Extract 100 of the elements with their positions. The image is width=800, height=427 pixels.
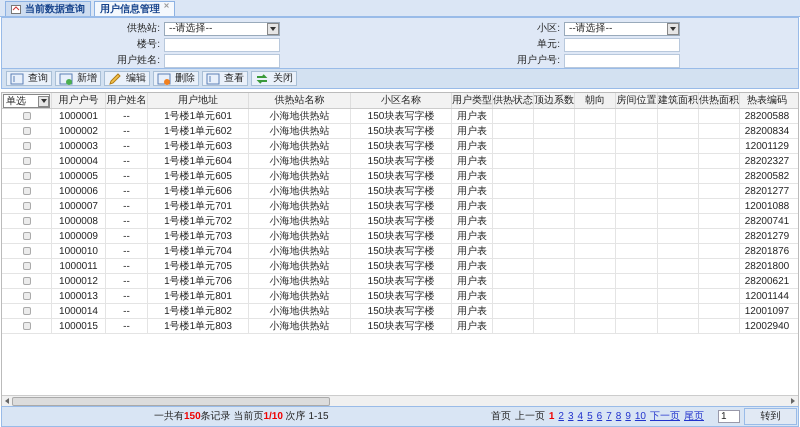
table-cell-text: 小海地供热站	[270, 274, 330, 288]
pencil-icon	[108, 72, 122, 86]
table-cell-text: 用户表	[457, 110, 487, 124]
table-cell-text: 150块表写字楼	[368, 200, 434, 214]
page-link[interactable]: 8	[616, 409, 622, 424]
row-checkbox[interactable]	[22, 142, 30, 150]
table-cell-text: --	[123, 214, 130, 228]
row-checkbox[interactable]	[22, 277, 30, 285]
input-field[interactable]	[564, 54, 680, 68]
table-cell-text: 用户表	[457, 214, 487, 228]
scroll-left-icon[interactable]	[5, 398, 9, 404]
toolbar-button[interactable]: 删除	[153, 71, 199, 86]
pager-link[interactable]: 下一页	[650, 409, 680, 424]
table-cell-text: 1000002	[59, 124, 98, 138]
table-cell-text: 用户表	[457, 124, 487, 138]
row-checkbox[interactable]	[22, 217, 30, 225]
column-header[interactable]: 供热面积	[698, 93, 739, 108]
row-checkbox[interactable]	[22, 292, 30, 300]
table-cell-text: 12001144	[745, 290, 789, 304]
table-cell-text: --	[123, 184, 130, 198]
table-cell-text: 用户表	[457, 274, 487, 288]
table-cell-text: --	[123, 110, 130, 124]
toolbar-button[interactable]: 查看	[202, 71, 248, 86]
page-input[interactable]: 1	[718, 410, 740, 423]
row-checkbox[interactable]	[22, 172, 30, 180]
column-header[interactable]: 建筑面积	[657, 93, 698, 108]
row-checkbox[interactable]	[22, 112, 30, 120]
row-checkbox[interactable]	[22, 157, 30, 165]
select-mode-dropdown[interactable]: 单选	[3, 94, 50, 108]
page-link[interactable]: 3	[568, 409, 574, 424]
pager-link[interactable]: 首页	[490, 409, 511, 424]
table-cell-text: 1号楼1单元603	[164, 140, 232, 154]
table-cell-text: 用户表	[457, 260, 487, 274]
table-cell-text: --	[123, 170, 130, 184]
column-header[interactable]: 供热状态	[492, 93, 533, 108]
toolbar-button[interactable]: 新增	[55, 71, 101, 86]
column-header[interactable]: 用户类型	[451, 93, 492, 108]
table-cell-text: --	[123, 200, 130, 214]
toolbar-button[interactable]: 查询	[6, 71, 52, 86]
column-header[interactable]: 小区名称	[350, 93, 451, 108]
table-cell-text: 1000009	[59, 230, 98, 244]
table-cell-text: 28200582	[744, 170, 790, 184]
table-cell-text: 1号楼1单元701	[164, 200, 232, 214]
tab[interactable]: 用户信息管理	[94, 1, 175, 16]
page-link[interactable]: 5	[587, 409, 593, 424]
table-cell-text: 小海地供热站	[270, 154, 330, 168]
go-button[interactable]: 转到	[744, 408, 797, 425]
row-checkbox[interactable]	[22, 307, 30, 315]
pager-link[interactable]: 上一页	[514, 409, 545, 424]
table-cell-text: 小海地供热站	[270, 184, 330, 198]
input-field[interactable]	[164, 54, 280, 68]
table-cell-text: 用户表	[457, 290, 487, 304]
pager-link[interactable]: 尾页	[684, 409, 704, 424]
row-checkbox[interactable]	[22, 247, 30, 255]
table-cell-text: 1号楼1单元802	[164, 304, 232, 318]
row-checkbox[interactable]	[22, 187, 30, 195]
page-link[interactable]: 1	[548, 409, 554, 424]
column-header[interactable]: 热表编码	[739, 93, 794, 108]
row-checkbox[interactable]	[22, 127, 30, 135]
table-cell-text: --	[123, 274, 130, 288]
column-header[interactable]: 用户地址	[147, 93, 248, 108]
page-link[interactable]: 2	[558, 409, 564, 424]
table-cell-text: 12001088	[744, 200, 790, 214]
toolbar-button[interactable]: 关闭	[251, 71, 297, 86]
row-checkbox[interactable]	[22, 232, 30, 240]
table-cell-text: 28201800	[744, 260, 790, 274]
column-header[interactable]: 房间位置	[615, 93, 657, 108]
toolbar-button[interactable]: 编辑	[104, 71, 150, 86]
table-cell-text: 小海地供热站	[270, 260, 330, 274]
close-icon[interactable]	[164, 3, 169, 8]
page-link[interactable]: 7	[606, 409, 612, 424]
page-link[interactable]: 10	[634, 409, 646, 424]
input-field[interactable]	[564, 38, 680, 52]
column-header[interactable]: 用户姓名	[105, 93, 147, 108]
row-checkbox[interactable]	[22, 202, 30, 210]
table-cell-text: 28202327	[744, 154, 790, 168]
column-header[interactable]: 用户户号	[51, 93, 105, 108]
table-cell-text: 28200834	[744, 124, 790, 138]
column-header[interactable]: 顶边系数	[533, 93, 574, 108]
tab[interactable]: 当前数据查询	[5, 1, 91, 16]
page-link[interactable]: 4	[578, 409, 584, 424]
column-header[interactable]: 朝向	[574, 93, 615, 108]
select-field[interactable]: --请选择--	[564, 22, 680, 36]
page-link[interactable]: 9	[625, 409, 631, 424]
table-cell-text: 用户表	[457, 244, 487, 258]
input-field[interactable]	[164, 38, 280, 52]
table-cell-text: --	[123, 290, 130, 304]
column-header[interactable]: 供热站名称	[248, 93, 350, 108]
table-cell-text: 小海地供热站	[270, 290, 330, 304]
horizontal-scrollbar[interactable]	[2, 395, 798, 406]
table-cell-text: 1号楼1单元705	[164, 260, 232, 274]
page-link[interactable]: 6	[596, 409, 602, 424]
table-cell-text: 150块表写字楼	[368, 124, 434, 138]
table-cell-text: 150块表写字楼	[368, 154, 434, 168]
table-cell-text: --	[123, 124, 130, 138]
row-checkbox[interactable]	[22, 322, 30, 330]
select-field[interactable]: --请选择--	[164, 22, 280, 36]
table-cell-text: 28201277	[744, 184, 790, 198]
row-checkbox[interactable]	[22, 262, 30, 270]
scroll-right-icon[interactable]	[791, 398, 795, 404]
